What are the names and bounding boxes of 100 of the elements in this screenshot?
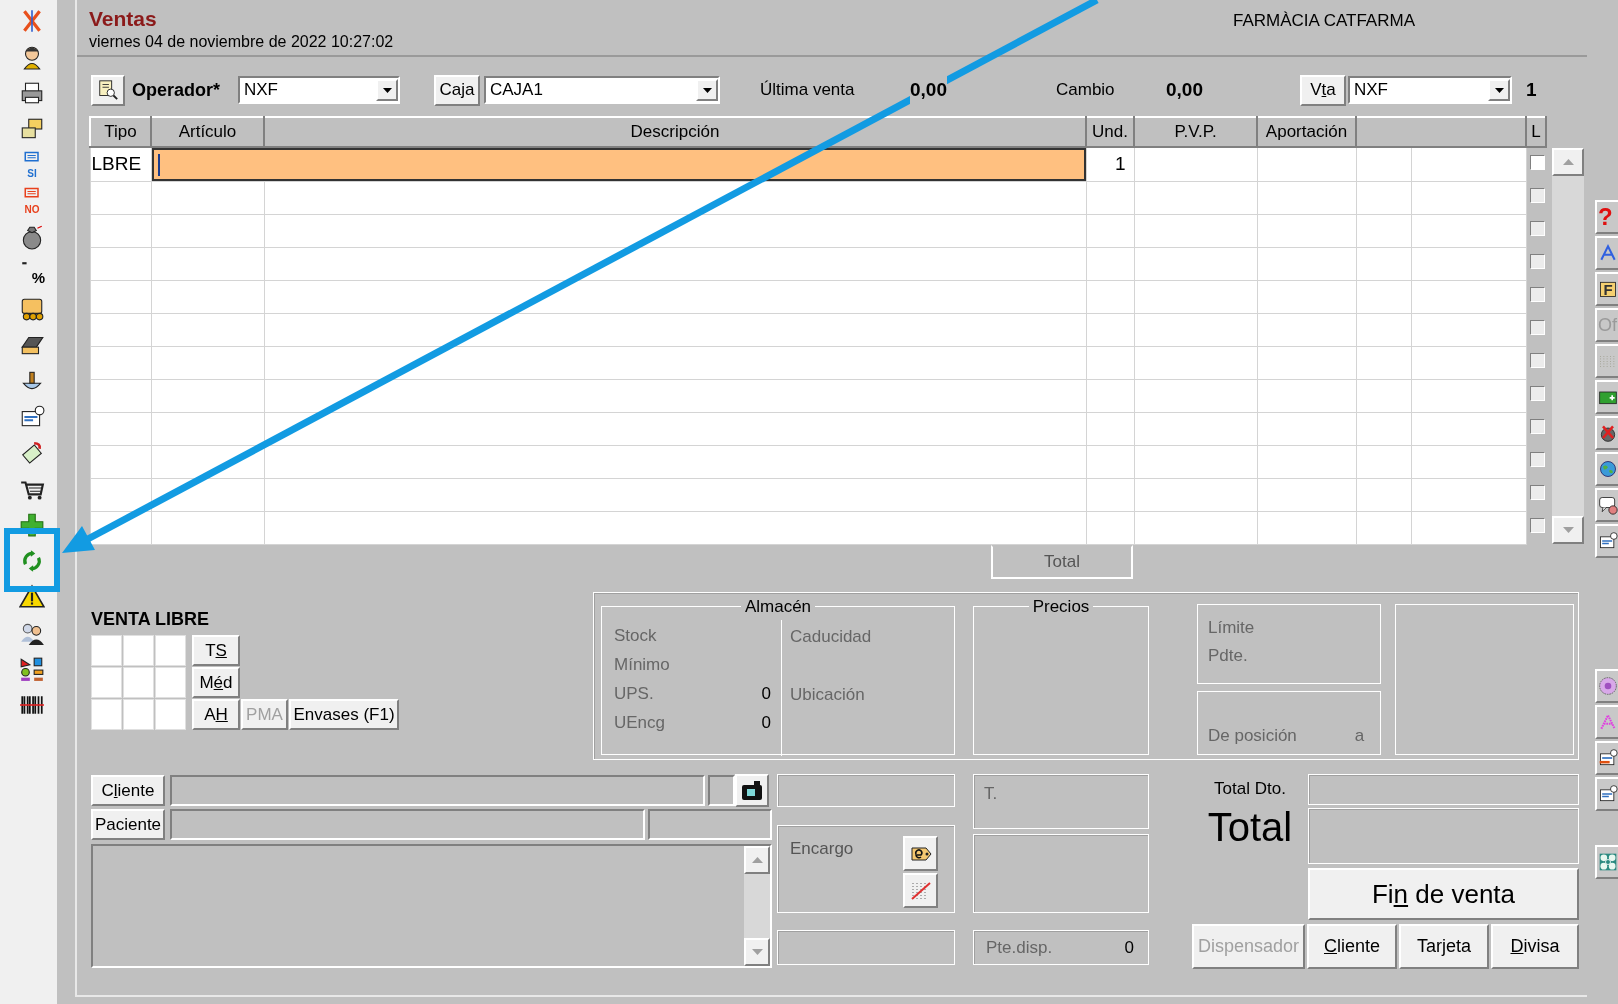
field-label: Pte.disp.	[986, 936, 1053, 959]
scroll-up-button[interactable]	[1552, 148, 1584, 176]
grid-cell[interactable]	[91, 667, 122, 698]
field-label: Caducidad	[790, 625, 872, 648]
field-label: UEncg	[614, 712, 666, 735]
field-label: Pdte.	[1208, 645, 1249, 667]
pharmacy-name: FARMÀCIA CATFARMA	[1233, 10, 1415, 32]
field-label: Límite	[1208, 617, 1256, 639]
last-sale-value: 0,00	[910, 75, 947, 105]
dropdown-button[interactable]	[696, 79, 718, 101]
remove-tag-button[interactable]	[903, 873, 938, 908]
sale-count: 1	[1526, 77, 1537, 102]
globe-icon[interactable]	[1598, 459, 1618, 479]
field-value: 0	[1124, 936, 1134, 959]
grid-cell[interactable]	[91, 635, 122, 666]
camera-icon	[740, 778, 764, 803]
caret-down-icon	[1494, 87, 1504, 93]
free-sale-button[interactable]: Envases (F1)	[289, 699, 399, 730]
document-search-icon	[97, 79, 119, 101]
card-icon[interactable]	[1598, 531, 1618, 551]
change-value: 0,00	[1166, 77, 1204, 102]
scroll-down-button[interactable]	[1552, 516, 1584, 544]
column-header[interactable]: Und.	[1086, 117, 1134, 147]
dropdown-button[interactable]	[1488, 79, 1510, 101]
scroll-up-button[interactable]	[744, 846, 770, 874]
column-header[interactable]: Descripción	[264, 117, 1086, 147]
free-sale-button[interactable]: TS	[192, 635, 240, 666]
column-header[interactable]: Aportación	[1257, 117, 1356, 147]
cancel-icon[interactable]	[1598, 423, 1618, 443]
field-label: Stock	[614, 625, 657, 648]
finish-sale-button[interactable]: Fin de venta	[1308, 868, 1579, 920]
row-checkbox[interactable]	[1529, 154, 1545, 170]
caret-down-icon	[382, 87, 392, 93]
tag-button[interactable]	[903, 836, 938, 871]
grid-cell[interactable]	[155, 667, 186, 698]
f-box-icon[interactable]: F	[1598, 279, 1618, 299]
letter-a-icon[interactable]	[1598, 712, 1618, 732]
grid-cell[interactable]	[91, 699, 122, 730]
table-cell: 1	[1086, 147, 1134, 182]
sale-button[interactable]: Vta	[1300, 74, 1346, 106]
diagram-icon[interactable]	[19, 656, 45, 682]
field-value: 0	[761, 683, 771, 706]
sale-dropdown[interactable]: NXF	[1348, 76, 1512, 104]
field-label: Mínimo	[614, 654, 670, 677]
patient-button[interactable]: Paciente	[91, 809, 165, 840]
till-button[interactable]: Caja	[434, 74, 480, 106]
patient-code-field[interactable]	[648, 809, 772, 840]
chat-icon[interactable]	[1598, 495, 1618, 515]
field-label: De posición	[1208, 724, 1297, 747]
caret-up-icon	[751, 857, 763, 863]
caret-up-icon	[1562, 159, 1574, 165]
disc-icon[interactable]	[1598, 676, 1618, 696]
till-dropdown[interactable]: CAJA1	[484, 76, 720, 104]
field-value: 0	[761, 712, 771, 735]
payment-button[interactable]: Cliente	[1307, 924, 1397, 969]
field-label: T.	[984, 784, 998, 803]
column-header[interactable]: Artículo	[151, 117, 264, 147]
scroll-down-button[interactable]	[744, 938, 770, 966]
field-label: UPS.	[614, 683, 654, 706]
ticket-icon[interactable]	[19, 440, 45, 466]
notes-area[interactable]	[91, 844, 772, 968]
dropdown-button[interactable]	[376, 79, 398, 101]
grid-cell[interactable]	[123, 667, 154, 698]
grid-cell[interactable]	[123, 635, 154, 666]
free-sale-button[interactable]: Méd	[192, 667, 240, 698]
field-label: Ubicación	[790, 683, 866, 706]
letter-a-icon[interactable]	[1598, 243, 1618, 263]
client-button[interactable]: Cliente	[91, 775, 165, 806]
search-document-button[interactable]	[91, 74, 125, 106]
camera-button[interactable]	[735, 774, 769, 807]
card-arrow-icon[interactable]	[1598, 748, 1618, 768]
field-label: a	[1354, 724, 1365, 747]
column-header[interactable]: P.V.P.	[1134, 117, 1257, 147]
grid-cell[interactable]	[155, 699, 186, 730]
warning-icon[interactable]	[19, 584, 45, 610]
client-field[interactable]	[170, 775, 705, 806]
grid-cell[interactable]	[123, 699, 154, 730]
coupon-icon[interactable]	[19, 296, 45, 322]
grid-scrollbar[interactable]	[1552, 148, 1584, 544]
notes-scrollbar[interactable]	[744, 846, 770, 966]
description-input[interactable]	[151, 148, 1086, 181]
field-label: Encargo	[790, 838, 854, 860]
printer-icon[interactable]	[19, 80, 45, 106]
payment-button[interactable]: Divisa	[1491, 924, 1579, 969]
pattern-icon[interactable]	[1598, 852, 1618, 872]
card-icon[interactable]	[1598, 784, 1618, 804]
client-code-field[interactable]	[708, 775, 735, 806]
patient-field[interactable]	[170, 809, 645, 840]
free-sale-button[interactable]: AH	[192, 699, 240, 730]
payment-button[interactable]: Tarjeta	[1399, 924, 1489, 969]
operator-dropdown[interactable]: NXF	[238, 76, 400, 104]
column-header[interactable]: Tipo	[90, 117, 151, 147]
column-header[interactable]: L	[1526, 117, 1546, 147]
caret-down-icon	[1562, 527, 1574, 533]
section-title: VENTA LIBRE	[91, 608, 210, 630]
plus-icon[interactable]	[19, 512, 45, 538]
discount-label: Total Dto.	[1214, 778, 1286, 800]
caret-down-icon	[751, 949, 763, 955]
total-label: Total	[1207, 803, 1293, 850]
grid-cell[interactable]	[155, 635, 186, 666]
